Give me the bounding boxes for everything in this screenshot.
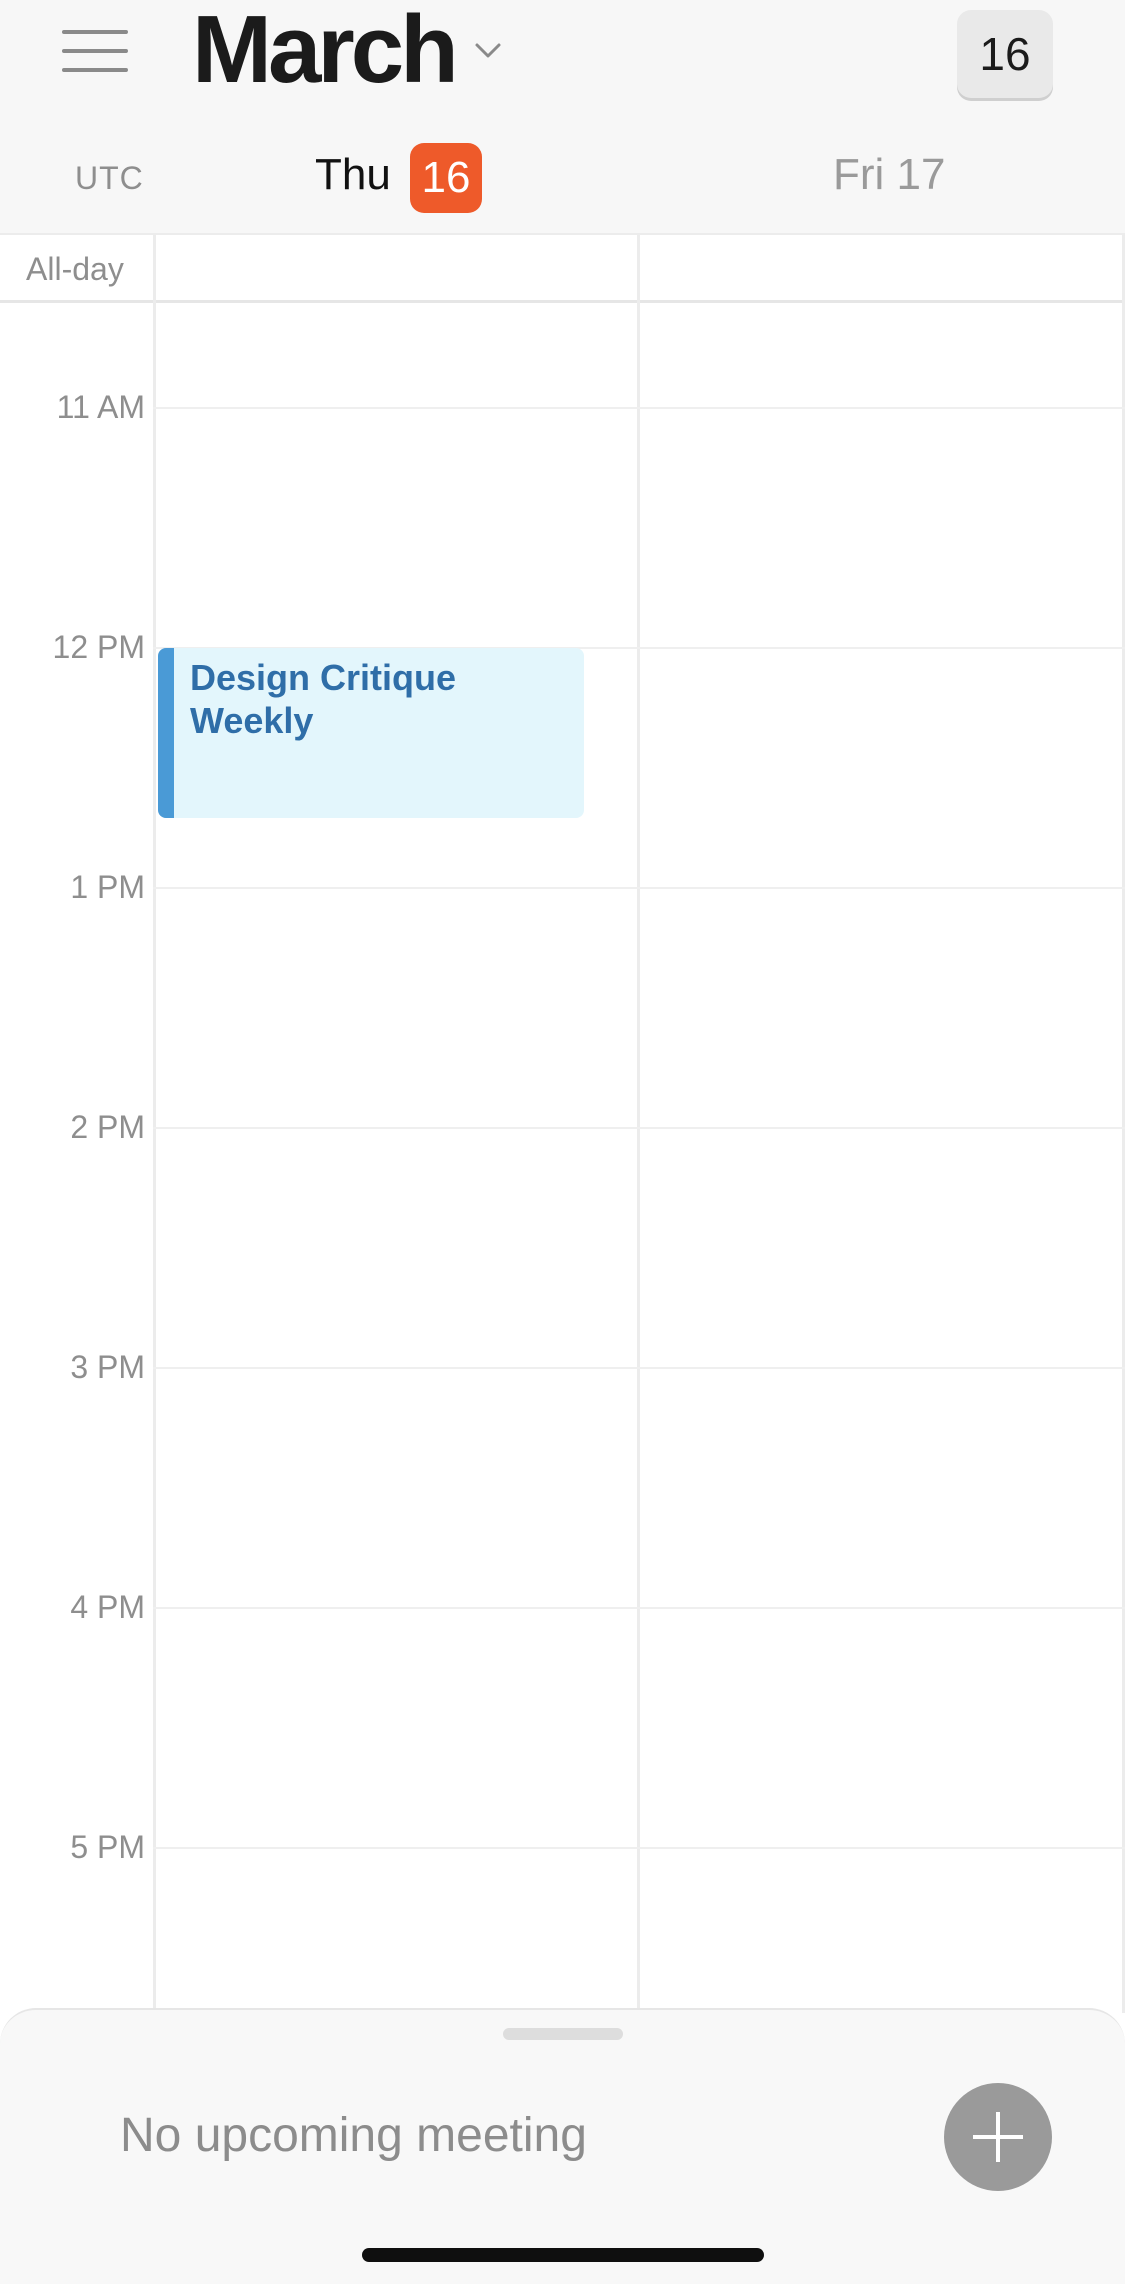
day-header-fri[interactable]: Fri 17 — [833, 150, 945, 200]
calendar-event[interactable]: Design Critique Weekly — [158, 648, 584, 818]
plus-icon[interactable] — [944, 2083, 1052, 2191]
event-title: Design Critique Weekly — [190, 657, 457, 741]
upcoming-meeting-status: No upcoming meeting — [120, 2109, 587, 2162]
hour-label: 5 PM — [70, 1829, 145, 1865]
hour-line — [153, 407, 1125, 409]
column-divider — [637, 233, 640, 2013]
month-selector[interactable]: March — [192, 0, 503, 100]
event-color-bar — [158, 648, 174, 818]
timezone-label: UTC — [75, 160, 144, 196]
hamburger-menu-icon[interactable] — [62, 28, 128, 74]
month-title[interactable]: March — [192, 0, 459, 100]
column-divider — [153, 233, 156, 2013]
calendar-header: March 16 UTC Thu 16 Fri 17 — [0, 0, 1125, 235]
hour-label: 12 PM — [52, 629, 145, 665]
all-day-row[interactable]: All-day — [0, 233, 1125, 303]
sheet-drag-handle[interactable] — [503, 2028, 623, 2040]
hour-line — [153, 1847, 1125, 1849]
time-grid[interactable]: 11 AM 12 PM 1 PM 2 PM 3 PM 4 PM 5 PM Des… — [0, 233, 1125, 2013]
hour-line — [153, 887, 1125, 889]
today-button[interactable]: 16 — [957, 10, 1053, 98]
hour-label: 2 PM — [70, 1109, 145, 1145]
day-header-thu[interactable]: Thu — [315, 150, 391, 200]
today-date-badge[interactable]: 16 — [410, 143, 482, 213]
hour-line — [153, 1607, 1125, 1609]
hour-label: 4 PM — [70, 1589, 145, 1625]
hour-line — [153, 1367, 1125, 1369]
hour-line — [153, 1127, 1125, 1129]
hour-label: 1 PM — [70, 869, 145, 905]
chevron-down-icon[interactable] — [473, 35, 503, 65]
bottom-sheet[interactable]: No upcoming meeting — [0, 2008, 1125, 2284]
hour-label: 3 PM — [70, 1349, 145, 1385]
all-day-label: All-day — [26, 251, 124, 287]
home-indicator[interactable] — [362, 2248, 764, 2262]
hour-label: 11 AM — [56, 389, 145, 425]
